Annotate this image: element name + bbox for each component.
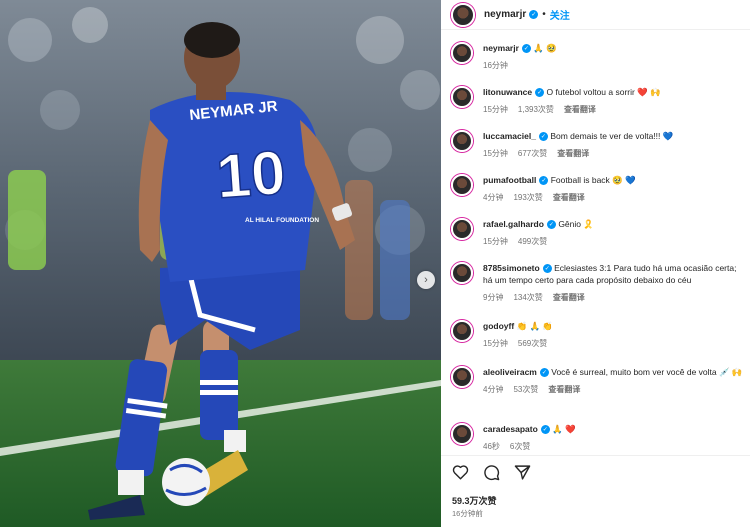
comment-icon bbox=[483, 464, 499, 480]
post-like-count[interactable]: 59.3万次赞 bbox=[452, 494, 497, 507]
verified-badge-icon: ✓ bbox=[542, 264, 552, 274]
commenter-avatar[interactable] bbox=[451, 320, 473, 342]
list-item: 8785simoneto ✓ Eclesiastes 3:1 Para tudo … bbox=[451, 262, 746, 304]
carousel-next-button[interactable]: › bbox=[417, 271, 435, 289]
comment-text: Gênio 🎗️ bbox=[558, 219, 594, 229]
commenter-avatar[interactable] bbox=[451, 130, 473, 152]
comment-username[interactable]: pumafootball bbox=[483, 175, 536, 185]
actions-divider bbox=[441, 455, 750, 456]
commenter-avatar[interactable] bbox=[451, 262, 473, 284]
comment-username[interactable]: caradesapato bbox=[483, 424, 538, 434]
comment-button[interactable] bbox=[482, 463, 500, 481]
commenter-avatar[interactable] bbox=[451, 42, 473, 64]
comment-username[interactable]: neymarjr bbox=[483, 43, 519, 53]
comment-likes[interactable]: 6次赞 bbox=[510, 442, 530, 451]
comment-username[interactable]: rafael.galhardo bbox=[483, 219, 544, 229]
comment-text: O futebol voltou a sorrir ❤️ 🙌 bbox=[546, 87, 661, 97]
post-photo[interactable]: NEYMAR JR 10 AL HILAL FOUNDATION › bbox=[0, 0, 441, 527]
comment-text: Football is back 🥹 💙 bbox=[550, 175, 636, 185]
comment-username[interactable]: luccamaciel_ bbox=[483, 131, 536, 141]
author-username[interactable]: neymarjr bbox=[484, 9, 526, 20]
comment-text: Você é surreal, muito bom ver você de vo… bbox=[551, 367, 743, 377]
comment-text: 🙏 🥹 bbox=[533, 43, 557, 53]
list-item: rafael.galhardo ✓ Gênio 🎗️ 15分钟 499次赞 bbox=[451, 218, 746, 248]
list-item: aleoliveiracm ✓ Você é surreal, muito bom… bbox=[451, 366, 746, 396]
comment-time: 46秒 bbox=[483, 442, 500, 451]
post-actions bbox=[451, 463, 531, 481]
comment-likes[interactable]: 134次赞 bbox=[513, 293, 542, 302]
comment-text: Bom demais te ver de volta!!! 💙 bbox=[550, 131, 674, 141]
verified-badge-icon: ✓ bbox=[546, 220, 556, 230]
commenter-avatar[interactable] bbox=[451, 86, 473, 108]
comment-time: 15分钟 bbox=[483, 339, 508, 348]
commenter-avatar[interactable] bbox=[451, 423, 473, 445]
verified-badge-icon: ✓ bbox=[521, 44, 531, 54]
chevron-right-icon: › bbox=[424, 274, 428, 286]
comment-likes[interactable]: 677次赞 bbox=[518, 149, 547, 158]
comment-likes[interactable]: 193次赞 bbox=[513, 193, 542, 202]
list-item: godoyff 👏 🙏 👏 15分钟 569次赞 bbox=[451, 320, 746, 350]
comment-text: 🙏 ❤️ bbox=[552, 424, 576, 434]
jersey-sponsor: AL HILAL FOUNDATION bbox=[245, 217, 319, 224]
jersey-number: 10 bbox=[214, 138, 288, 212]
comment-time: 4分钟 bbox=[483, 385, 504, 394]
verified-badge-icon: ✓ bbox=[535, 88, 545, 98]
follow-button[interactable]: 关注 bbox=[550, 7, 570, 22]
comment-username[interactable]: aleoliveiracm bbox=[483, 367, 537, 377]
translate-link[interactable]: 查看翻译 bbox=[553, 293, 585, 302]
comment-time: 15分钟 bbox=[483, 105, 508, 114]
verified-badge-icon: ✓ bbox=[538, 132, 548, 142]
like-button[interactable] bbox=[451, 463, 469, 481]
verified-badge-icon: ✓ bbox=[539, 368, 549, 378]
list-item: pumafootball ✓ Football is back 🥹 💙 4分钟 19… bbox=[451, 174, 746, 204]
comment-time: 16分钟 bbox=[483, 61, 508, 70]
comment-time: 15分钟 bbox=[483, 237, 508, 246]
list-item: luccamaciel_ ✓ Bom demais te ver de volta… bbox=[451, 130, 746, 160]
comment-likes[interactable]: 499次赞 bbox=[518, 237, 547, 246]
commenter-avatar[interactable] bbox=[451, 366, 473, 388]
translate-link[interactable]: 查看翻译 bbox=[557, 149, 589, 158]
comment-likes[interactable]: 53次赞 bbox=[513, 385, 538, 394]
comment-username[interactable]: godoyff bbox=[483, 321, 514, 331]
comment-time: 9分钟 bbox=[483, 293, 504, 302]
post-header: neymarjr ✓ • 关注 bbox=[441, 0, 750, 30]
translate-link[interactable]: 查看翻译 bbox=[548, 385, 580, 394]
verified-badge-icon: ✓ bbox=[540, 425, 550, 435]
commenter-avatar[interactable] bbox=[451, 218, 473, 240]
commenter-avatar[interactable] bbox=[451, 174, 473, 196]
comment-time: 15分钟 bbox=[483, 149, 508, 158]
comment-username[interactable]: litonuwance bbox=[483, 87, 532, 97]
translate-link[interactable]: 查看翻译 bbox=[553, 193, 585, 202]
list-item: neymarjr ✓ 🙏 🥹 16分钟 bbox=[451, 42, 746, 72]
send-icon bbox=[514, 464, 530, 480]
list-item: caradesapato ✓ 🙏 ❤️ 46秒 6次赞 bbox=[451, 423, 746, 453]
comment-likes[interactable]: 1,393次赞 bbox=[518, 105, 554, 114]
share-button[interactable] bbox=[513, 463, 531, 481]
post-side-panel: neymarjr ✓ • 关注 neymarjr ✓ 🙏 🥹 16分钟 liton… bbox=[441, 0, 750, 527]
comment-username[interactable]: 8785simoneto bbox=[483, 263, 540, 273]
comment-text: 👏 🙏 👏 bbox=[516, 321, 554, 331]
translate-link[interactable]: 查看翻译 bbox=[564, 105, 596, 114]
photo-illustration: NEYMAR JR 10 AL HILAL FOUNDATION bbox=[0, 0, 441, 527]
comment-likes[interactable]: 569次赞 bbox=[518, 339, 547, 348]
verified-badge-icon: ✓ bbox=[539, 176, 549, 186]
list-item: litonuwance ✓ O futebol voltou a sorrir ❤… bbox=[451, 86, 746, 116]
author-avatar[interactable] bbox=[451, 2, 475, 27]
heart-icon bbox=[452, 465, 468, 480]
verified-badge-icon: ✓ bbox=[529, 10, 539, 19]
comment-time: 4分钟 bbox=[483, 193, 504, 202]
header-separator: • bbox=[542, 9, 546, 20]
post-timestamp: 16分钟前 bbox=[452, 509, 483, 518]
